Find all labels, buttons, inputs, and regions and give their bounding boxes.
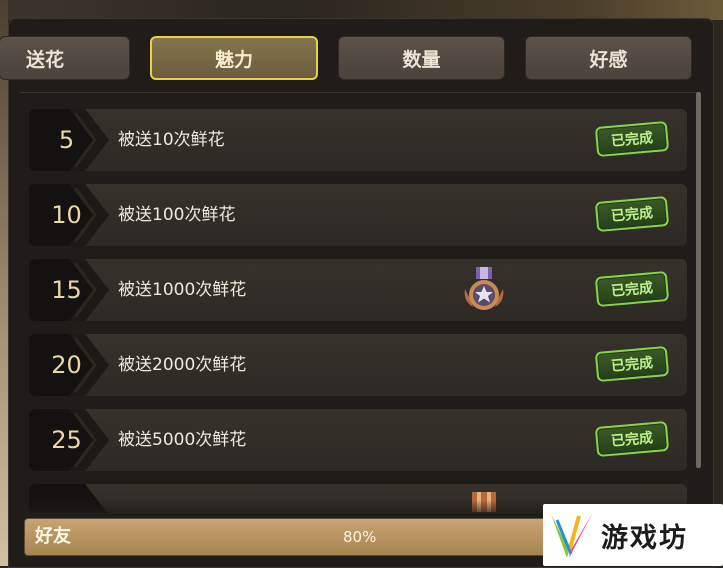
- level-number: 10: [51, 201, 82, 229]
- achievement-list: 5 被送10次鲜花 已完成 10 被送100次鲜花 已完成 15 被送1000次…: [0, 0, 723, 566]
- level-number: 15: [51, 276, 82, 304]
- achievement-row: 15 被送1000次鲜花 已完成: [29, 259, 687, 321]
- watermark-logo: 游戏坊: [543, 504, 723, 566]
- completed-badge: 已完成: [594, 420, 670, 458]
- achievement-description: 被送2000次鲜花: [118, 355, 247, 375]
- achievement-row: 10 被送100次鲜花 已完成: [29, 184, 687, 246]
- list-scrollbar[interactable]: [696, 92, 701, 468]
- achievement-row: 20 被送2000次鲜花 已完成: [29, 334, 687, 396]
- achievement-row: 5 被送10次鲜花 已完成: [29, 109, 687, 171]
- level-number: 20: [51, 351, 82, 379]
- level-number: 25: [51, 426, 82, 454]
- level-number: 5: [58, 126, 75, 154]
- watermark-emblem-icon: [551, 512, 593, 558]
- completed-badge: 已完成: [594, 270, 670, 308]
- completed-badge: 已完成: [594, 120, 670, 158]
- watermark-text: 游戏坊: [601, 523, 688, 554]
- friends-label: 好友: [35, 526, 71, 547]
- achievement-description: 被送1000次鲜花: [118, 280, 247, 300]
- achievement-description: 被送5000次鲜花: [118, 430, 247, 450]
- completed-badge: 已完成: [594, 195, 670, 233]
- achievement-row: 25 被送5000次鲜花 已完成: [29, 409, 687, 471]
- achievement-description: 被送10次鲜花: [118, 130, 225, 150]
- achievement-description: 被送100次鲜花: [118, 205, 236, 225]
- star-medal-icon: [464, 267, 504, 310]
- completed-badge: 已完成: [594, 345, 670, 383]
- progress-percent: 80%: [343, 528, 377, 546]
